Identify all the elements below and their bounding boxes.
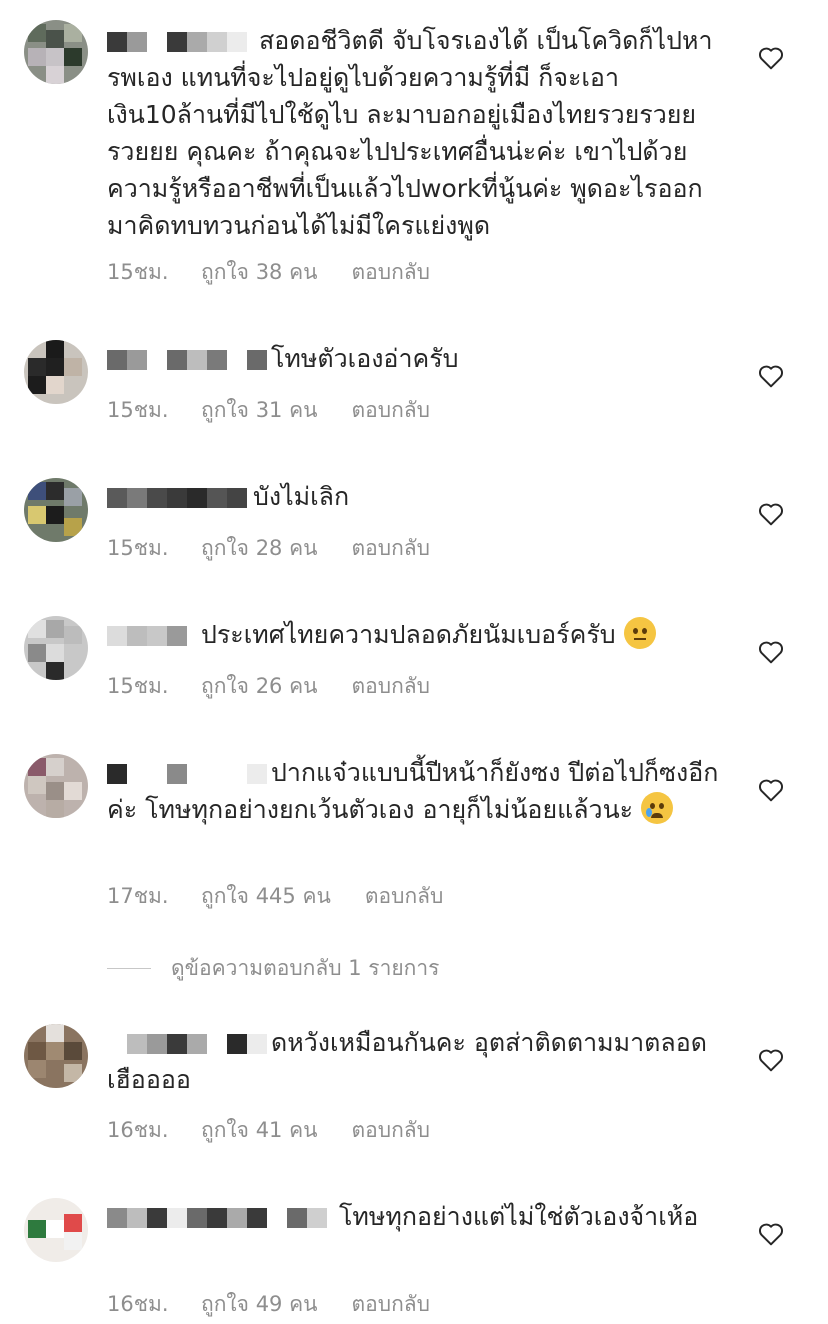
comment-meta: 15ชม. ถูกใจ 31 คน ตอบกลับ — [107, 394, 430, 427]
crying-face-icon — [641, 792, 674, 824]
like-heart-icon[interactable] — [758, 364, 784, 388]
comment-meta: 17ชม. ถูกใจ 445 คน ตอบกลับ — [107, 880, 443, 913]
comment-meta: 15ชม. ถูกใจ 26 คน ตอบกลับ — [107, 670, 430, 703]
username-redacted[interactable] — [107, 32, 255, 52]
avatar[interactable] — [24, 1198, 88, 1262]
comment-likes[interactable]: ถูกใจ 49 คน — [201, 1288, 318, 1321]
comment-likes[interactable]: ถูกใจ 28 คน — [201, 532, 318, 565]
reply-button[interactable]: ตอบกลับ — [352, 256, 431, 289]
reply-button[interactable]: ตอบกลับ — [352, 394, 431, 427]
view-replies-label: ดูข้อความตอบกลับ 1 รายการ — [171, 956, 440, 980]
comment-text: โทษทุกอย่างแต่ไม่ใช่ตัวเองจ้าเห้อ — [107, 1198, 727, 1235]
comment-body: โทษทุกอย่างแต่ไม่ใช่ตัวเองจ้าเห้อ — [339, 1202, 699, 1231]
like-heart-icon[interactable] — [758, 640, 784, 664]
face-with-raised-eyebrow-icon — [623, 617, 656, 649]
avatar[interactable] — [24, 1024, 88, 1088]
view-replies-button[interactable]: ดูข้อความตอบกลับ 1 รายการ — [107, 952, 439, 985]
username-redacted[interactable] — [107, 764, 267, 784]
comment-likes[interactable]: ถูกใจ 445 คน — [201, 880, 331, 913]
comment-body: โทษตัวเองอ่าครับ — [271, 344, 459, 373]
username-redacted[interactable] — [107, 350, 267, 370]
reply-button[interactable]: ตอบกลับ — [352, 670, 431, 703]
comment-text: บังไม่เลิก — [107, 478, 727, 515]
comment-meta: 16ชม. ถูกใจ 41 คน ตอบกลับ — [107, 1114, 430, 1147]
avatar[interactable] — [24, 754, 88, 818]
comment-time: 15ชม. — [107, 536, 169, 560]
divider-line — [107, 968, 151, 969]
username-redacted[interactable] — [107, 626, 197, 646]
comment-time: 15ชม. — [107, 674, 169, 698]
comment-body: ประเทศไทยความปลอดภัยนัมเบอร์ครับ — [201, 620, 616, 649]
comment-text: โทษตัวเองอ่าครับ — [107, 340, 727, 377]
comment-meta: 15ชม. ถูกใจ 28 คน ตอบกลับ — [107, 532, 430, 565]
like-heart-icon[interactable] — [758, 502, 784, 526]
comment-text: ประเทศไทยความปลอดภัยนัมเบอร์ครับ — [107, 616, 727, 653]
avatar[interactable] — [24, 20, 88, 84]
reply-button[interactable]: ตอบกลับ — [352, 1288, 431, 1321]
reply-button[interactable]: ตอบกลับ — [365, 880, 444, 913]
like-heart-icon[interactable] — [758, 1222, 784, 1246]
comment-likes[interactable]: ถูกใจ 26 คน — [201, 670, 318, 703]
like-heart-icon[interactable] — [758, 46, 784, 70]
like-heart-icon[interactable] — [758, 1048, 784, 1072]
comment-time: 17ชม. — [107, 884, 169, 908]
avatar[interactable] — [24, 340, 88, 404]
comment-text: สอดอชีวิตดี จับโจรเองได้ เป็นโควิดก็ไปหา… — [107, 22, 727, 244]
comment-time: 16ชม. — [107, 1118, 169, 1142]
avatar[interactable] — [24, 616, 88, 680]
comment-time: 16ชม. — [107, 1292, 169, 1316]
comment-body: สอดอชีวิตดี จับโจรเองได้ เป็นโควิดก็ไปหา… — [107, 26, 713, 240]
like-heart-icon[interactable] — [758, 778, 784, 802]
username-redacted[interactable] — [107, 1208, 335, 1228]
comment-meta: 16ชม. ถูกใจ 49 คน ตอบกลับ — [107, 1288, 430, 1321]
comment-text: ดหวังเหมือนกันคะ อุตส่าติดตามมาตลอด เฮือ… — [107, 1024, 727, 1098]
comment-likes[interactable]: ถูกใจ 38 คน — [201, 256, 318, 289]
username-redacted[interactable] — [107, 1034, 267, 1054]
comment-time: 15ชม. — [107, 398, 169, 422]
comment-time: 15ชม. — [107, 260, 169, 284]
username-redacted[interactable] — [107, 488, 249, 508]
comment-text: ปากแจ๋วแบบนี้ปีหน้าก็ยังซง ปีต่อไปก็ซงอี… — [107, 754, 727, 828]
comment-likes[interactable]: ถูกใจ 31 คน — [201, 394, 318, 427]
comment-body: บังไม่เลิก — [253, 482, 350, 511]
reply-button[interactable]: ตอบกลับ — [352, 532, 431, 565]
comment-meta: 15ชม. ถูกใจ 38 คน ตอบกลับ — [107, 256, 430, 289]
avatar[interactable] — [24, 478, 88, 542]
reply-button[interactable]: ตอบกลับ — [352, 1114, 431, 1147]
comment-likes[interactable]: ถูกใจ 41 คน — [201, 1114, 318, 1147]
